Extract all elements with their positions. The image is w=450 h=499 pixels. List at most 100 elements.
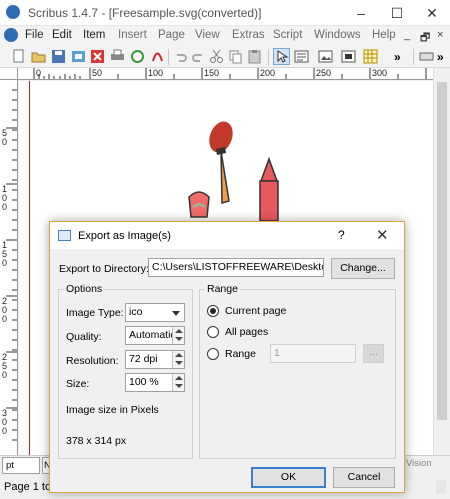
toolbar: » »: [0, 46, 450, 68]
cancel-button[interactable]: Cancel: [333, 467, 395, 488]
ok-toolbar-icon[interactable]: [418, 48, 435, 65]
menu-file[interactable]: File: [25, 29, 44, 41]
export-directory-input[interactable]: C:\Users\LISTOFFREEWARE\Desktop: [148, 258, 324, 277]
h-ruler-tick: 300: [372, 68, 388, 78]
help-button[interactable]: ?: [338, 228, 345, 242]
ruler-corner[interactable]: [0, 68, 18, 80]
size-label: Size:: [66, 378, 90, 390]
quality-value: Automatic: [129, 329, 176, 341]
range-browse-button[interactable]: ...: [363, 344, 384, 363]
unit-select-value: pt: [6, 460, 14, 471]
new-document-icon[interactable]: [10, 48, 27, 65]
unit-select[interactable]: pt: [2, 457, 40, 474]
resolution-value: 72 dpi: [129, 353, 158, 365]
window-title: Scribus 1.4.7 - [Freesample.svg(converte…: [28, 6, 262, 20]
h-ruler-tick: 250: [316, 68, 332, 78]
page-margin-guide: [29, 81, 30, 455]
menu-insert[interactable]: Insert: [118, 29, 147, 41]
resolution-spinbox[interactable]: 72 dpi: [125, 350, 185, 369]
undo-icon[interactable]: [172, 48, 189, 65]
artwork-illustration[interactable]: [169, 111, 319, 231]
menu-view[interactable]: View: [195, 29, 220, 41]
image-type-label: Image Type:: [66, 307, 124, 319]
chevron-down-icon: [172, 311, 180, 316]
resize-grip[interactable]: [436, 480, 446, 494]
menu-help[interactable]: Help: [372, 29, 396, 41]
image-type-select[interactable]: ico: [125, 303, 185, 322]
export-image-dialog: Export as Image(s) ? ✕ Export to Directo…: [49, 221, 405, 493]
pdf-export-icon[interactable]: [149, 48, 166, 65]
vision-select[interactable]: Vision: [406, 458, 432, 469]
open-folder-icon[interactable]: [30, 48, 47, 65]
paste-icon[interactable]: [246, 48, 263, 65]
all-pages-radio[interactable]: [207, 326, 219, 338]
doc-minimize-button[interactable]: _: [404, 29, 410, 41]
v-ruler-tick: 1 5 0: [2, 240, 8, 268]
current-page-radio[interactable]: [207, 305, 219, 317]
range-radio[interactable]: [207, 348, 219, 360]
image-size-pixels-label: Image size in Pixels: [66, 404, 159, 416]
toolbar-separator: [168, 49, 169, 65]
v-ruler-tick: 2 0 0: [2, 296, 8, 324]
menu-extras[interactable]: Extras: [232, 29, 265, 41]
maximize-button[interactable]: ☐: [379, 0, 415, 26]
toolbar-overflow-button[interactable]: »: [394, 50, 401, 64]
size-spinbox[interactable]: 100 %: [125, 373, 185, 392]
h-ruler-tick: 150: [204, 68, 220, 78]
menu-item[interactable]: Item: [83, 29, 105, 41]
render-frame-icon[interactable]: [340, 48, 357, 65]
dialog-close-button[interactable]: ✕: [376, 226, 389, 244]
preflight-icon[interactable]: [129, 48, 146, 65]
resolution-label: Resolution:: [66, 355, 119, 367]
copy-icon[interactable]: [227, 48, 244, 65]
dialog-title: Export as Image(s): [78, 230, 171, 242]
redo-icon[interactable]: [190, 48, 207, 65]
resolution-spin-arrows[interactable]: [172, 351, 184, 368]
document-icon: [4, 28, 18, 42]
quality-spin-arrows[interactable]: [172, 327, 184, 344]
doc-close-button[interactable]: ×: [437, 29, 443, 41]
h-ruler-tick: 200: [260, 68, 276, 78]
print-icon[interactable]: [109, 48, 126, 65]
toolbar-separator: [268, 49, 269, 65]
toolbar-overflow-button-2[interactable]: »: [437, 50, 444, 64]
quality-spinbox[interactable]: Automatic: [125, 326, 185, 345]
h-ruler-tick: 50: [92, 68, 103, 78]
image-size-pixels-value: 378 x 314 px: [66, 435, 127, 447]
export-directory-label: Export to Directory:: [59, 263, 149, 275]
cut-icon[interactable]: [208, 48, 225, 65]
vertical-scrollbar[interactable]: [433, 68, 450, 455]
menu-edit[interactable]: Edit: [52, 29, 72, 41]
image-type-value: ico: [129, 306, 143, 318]
all-pages-label[interactable]: All pages: [225, 326, 268, 338]
minimize-button[interactable]: –: [343, 0, 379, 26]
menu-windows[interactable]: Windows: [314, 29, 361, 41]
quality-label: Quality:: [66, 331, 102, 343]
save-icon[interactable]: [50, 48, 67, 65]
text-frame-icon[interactable]: [293, 48, 310, 65]
close-window-button[interactable]: ✕: [414, 0, 450, 26]
select-item-icon[interactable]: [273, 48, 290, 65]
menu-bar: File Edit Item Insert Page View Extras S…: [0, 26, 450, 46]
range-label[interactable]: Range: [225, 348, 256, 360]
range-group-title: Range: [205, 283, 240, 295]
menu-page[interactable]: Page: [158, 29, 185, 41]
dialog-title-bar: Export as Image(s) ? ✕: [50, 222, 404, 249]
size-value: 100 %: [129, 376, 159, 388]
current-page-label[interactable]: Current page: [225, 305, 286, 317]
ok-button[interactable]: OK: [251, 467, 326, 488]
range-input[interactable]: 1: [270, 344, 356, 363]
menu-script[interactable]: Script: [273, 29, 302, 41]
horizontal-ruler[interactable]: 0 50 100 150 200 250 300: [18, 68, 433, 80]
vertical-ruler[interactable]: 5 0 1 0 0 1 5 0 2 0 0 2 5 0 3 0 0: [0, 80, 18, 455]
dialog-window-icon: [58, 230, 71, 241]
v-ruler-tick: 3 0 0: [2, 408, 8, 436]
export-icon[interactable]: [70, 48, 87, 65]
image-frame-icon[interactable]: [317, 48, 334, 65]
change-directory-button[interactable]: Change...: [331, 258, 395, 279]
scrollbar-thumb[interactable]: [437, 82, 447, 420]
options-group-title: Options: [64, 283, 105, 295]
size-spin-arrows[interactable]: [172, 374, 184, 391]
close-document-icon[interactable]: [89, 48, 106, 65]
table-icon[interactable]: [362, 48, 379, 65]
